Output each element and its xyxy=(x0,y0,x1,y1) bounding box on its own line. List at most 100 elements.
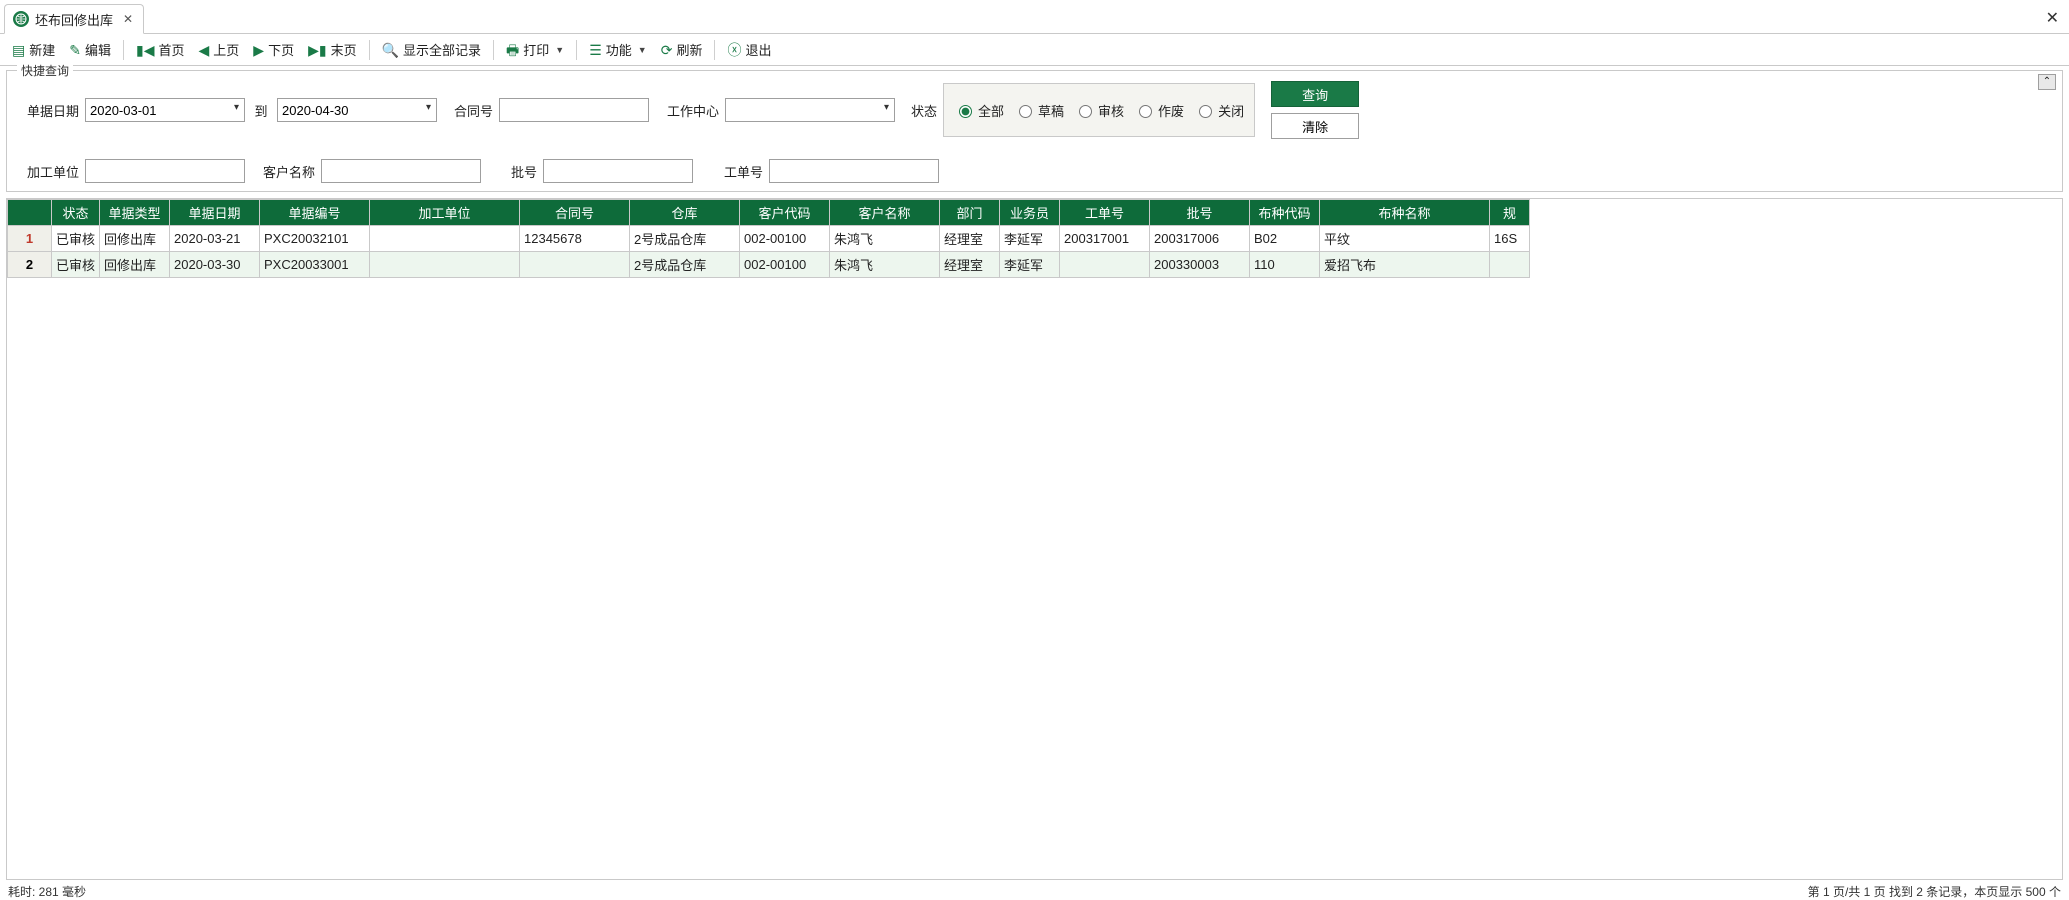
column-header-cloth_code[interactable]: 布种代码 xyxy=(1250,200,1320,226)
function-label: 功能 xyxy=(606,40,632,59)
cell-work_order: 200317001 xyxy=(1060,226,1150,252)
clear-button[interactable]: 清除 xyxy=(1271,113,1359,139)
exit-icon: ⓧ xyxy=(727,43,741,57)
search-button[interactable]: 查询 xyxy=(1271,81,1359,107)
column-header-cloth_name[interactable]: 布种名称 xyxy=(1320,200,1490,226)
quick-query-panel: 快捷查询 ⌃ 单据日期 到 合同号 工作中心 状态 全部 草稿 审核 作废 关闭 xyxy=(6,70,2063,192)
close-icon[interactable]: ✕ xyxy=(123,12,133,26)
label-doc-date: 单据日期 xyxy=(15,101,79,120)
print-label: 打印 xyxy=(523,40,549,59)
column-header-doc_no[interactable]: 单据编号 xyxy=(260,200,370,226)
window-close-icon[interactable]: ✕ xyxy=(2046,8,2059,28)
cell-dept: 经理室 xyxy=(940,252,1000,278)
date-from-input[interactable] xyxy=(85,98,245,122)
exit-button[interactable]: ⓧ 退出 xyxy=(721,36,777,64)
column-header-work_order[interactable]: 工单号 xyxy=(1060,200,1150,226)
prev-icon: ◀ xyxy=(199,43,210,57)
show-all-button[interactable]: 🔍 显示全部记录 xyxy=(376,36,487,64)
table-row[interactable]: 1已审核回修出库2020-03-21PXC20032101123456782号成… xyxy=(8,226,1530,252)
new-label: 新建 xyxy=(29,40,55,59)
radio-closed[interactable]: 关闭 xyxy=(1194,101,1244,120)
cell-rownum: 1 xyxy=(8,226,52,252)
work-order-input[interactable] xyxy=(769,159,939,183)
label-batch-no: 批号 xyxy=(487,162,537,181)
next-icon: ▶ xyxy=(253,43,264,57)
column-header-proc_unit[interactable]: 加工单位 xyxy=(370,200,520,226)
radio-audit[interactable]: 审核 xyxy=(1074,101,1124,120)
next-label: 下页 xyxy=(268,40,294,59)
cell-doc_type: 回修出库 xyxy=(100,226,170,252)
column-header-rownum[interactable] xyxy=(8,200,52,226)
first-label: 首页 xyxy=(158,40,184,59)
cell-dept: 经理室 xyxy=(940,226,1000,252)
column-header-doc_date[interactable]: 单据日期 xyxy=(170,200,260,226)
refresh-button[interactable]: ⟳ 刷新 xyxy=(655,36,709,64)
cust-name-input[interactable] xyxy=(321,159,481,183)
first-page-button[interactable]: ▮◀ 首页 xyxy=(130,36,191,64)
status-radio-group: 全部 草稿 审核 作废 关闭 xyxy=(943,83,1255,137)
cell-doc_type: 回修出库 xyxy=(100,252,170,278)
column-header-contract_no[interactable]: 合同号 xyxy=(520,200,630,226)
cell-sales: 李延军 xyxy=(1000,252,1060,278)
pencil-icon: ✎ xyxy=(69,43,81,57)
first-icon: ▮◀ xyxy=(136,43,154,57)
label-proc-unit: 加工单位 xyxy=(15,162,79,181)
cell-cust_name: 朱鸿飞 xyxy=(830,226,940,252)
result-grid: 状态单据类型单据日期单据编号加工单位合同号仓库客户代码客户名称部门业务员工单号批… xyxy=(6,198,2063,880)
cell-sales: 李延军 xyxy=(1000,226,1060,252)
exit-label: 退出 xyxy=(745,40,771,59)
batch-no-input[interactable] xyxy=(543,159,693,183)
cell-spec: 16S xyxy=(1490,226,1530,252)
column-header-dept[interactable]: 部门 xyxy=(940,200,1000,226)
new-button[interactable]: ▤ 新建 xyxy=(6,36,61,64)
column-header-cust_name[interactable]: 客户名称 xyxy=(830,200,940,226)
table-row[interactable]: 2已审核回修出库2020-03-30PXC200330012号成品仓库002-0… xyxy=(8,252,1530,278)
refresh-label: 刷新 xyxy=(676,40,702,59)
label-status: 状态 xyxy=(901,101,937,120)
cell-proc_unit xyxy=(370,226,520,252)
query-legend: 快捷查询 xyxy=(17,62,73,79)
chevron-down-icon: ▼ xyxy=(555,45,564,55)
column-header-status[interactable]: 状态 xyxy=(52,200,100,226)
edit-label: 编辑 xyxy=(85,40,111,59)
radio-all[interactable]: 全部 xyxy=(954,101,1004,120)
edit-button[interactable]: ✎ 编辑 xyxy=(63,36,117,64)
cell-spec xyxy=(1490,252,1530,278)
radio-draft[interactable]: 草稿 xyxy=(1014,101,1064,120)
column-header-spec[interactable]: 规 xyxy=(1490,200,1530,226)
cell-doc_date: 2020-03-30 xyxy=(170,252,260,278)
status-bar: 耗时: 281 毫秒 第 1 页/共 1 页 找到 2 条记录，本页显示 500… xyxy=(0,880,2069,900)
cell-batch_no: 200317006 xyxy=(1150,226,1250,252)
collapse-icon[interactable]: ⌃ xyxy=(2038,74,2056,90)
column-header-sales[interactable]: 业务员 xyxy=(1000,200,1060,226)
print-button[interactable]: 🖶 打印 ▼ xyxy=(500,36,570,64)
separator xyxy=(576,40,577,60)
list-icon: ☰ xyxy=(589,43,602,57)
next-page-button[interactable]: ▶ 下页 xyxy=(247,36,300,64)
cell-cloth_code: 110 xyxy=(1250,252,1320,278)
date-to-input[interactable] xyxy=(277,98,437,122)
cell-batch_no: 200330003 xyxy=(1150,252,1250,278)
last-page-button[interactable]: ▶▮ 末页 xyxy=(302,36,363,64)
column-header-warehouse[interactable]: 仓库 xyxy=(630,200,740,226)
label-work-center: 工作中心 xyxy=(655,101,719,120)
column-header-cust_code[interactable]: 客户代码 xyxy=(740,200,830,226)
prev-page-button[interactable]: ◀ 上页 xyxy=(193,36,246,64)
column-header-batch_no[interactable]: 批号 xyxy=(1150,200,1250,226)
cell-warehouse: 2号成品仓库 xyxy=(630,226,740,252)
label-work-order: 工单号 xyxy=(699,162,763,181)
cell-warehouse: 2号成品仓库 xyxy=(630,252,740,278)
radio-void[interactable]: 作废 xyxy=(1134,101,1184,120)
cell-doc_date: 2020-03-21 xyxy=(170,226,260,252)
contract-no-input[interactable] xyxy=(499,98,649,122)
column-header-doc_type[interactable]: 单据类型 xyxy=(100,200,170,226)
proc-unit-input[interactable] xyxy=(85,159,245,183)
cell-contract_no: 12345678 xyxy=(520,226,630,252)
work-center-select[interactable] xyxy=(725,98,895,122)
function-button[interactable]: ☰ 功能 ▼ xyxy=(583,36,653,64)
cell-doc_no: PXC20032101 xyxy=(260,226,370,252)
tab-greige-rework-out[interactable]: 坯布回修出库 ✕ xyxy=(4,4,144,34)
show-all-label: 显示全部记录 xyxy=(403,40,481,59)
grid-scroll[interactable]: 状态单据类型单据日期单据编号加工单位合同号仓库客户代码客户名称部门业务员工单号批… xyxy=(7,199,2062,879)
cell-cloth_name: 爱招飞布 xyxy=(1320,252,1490,278)
